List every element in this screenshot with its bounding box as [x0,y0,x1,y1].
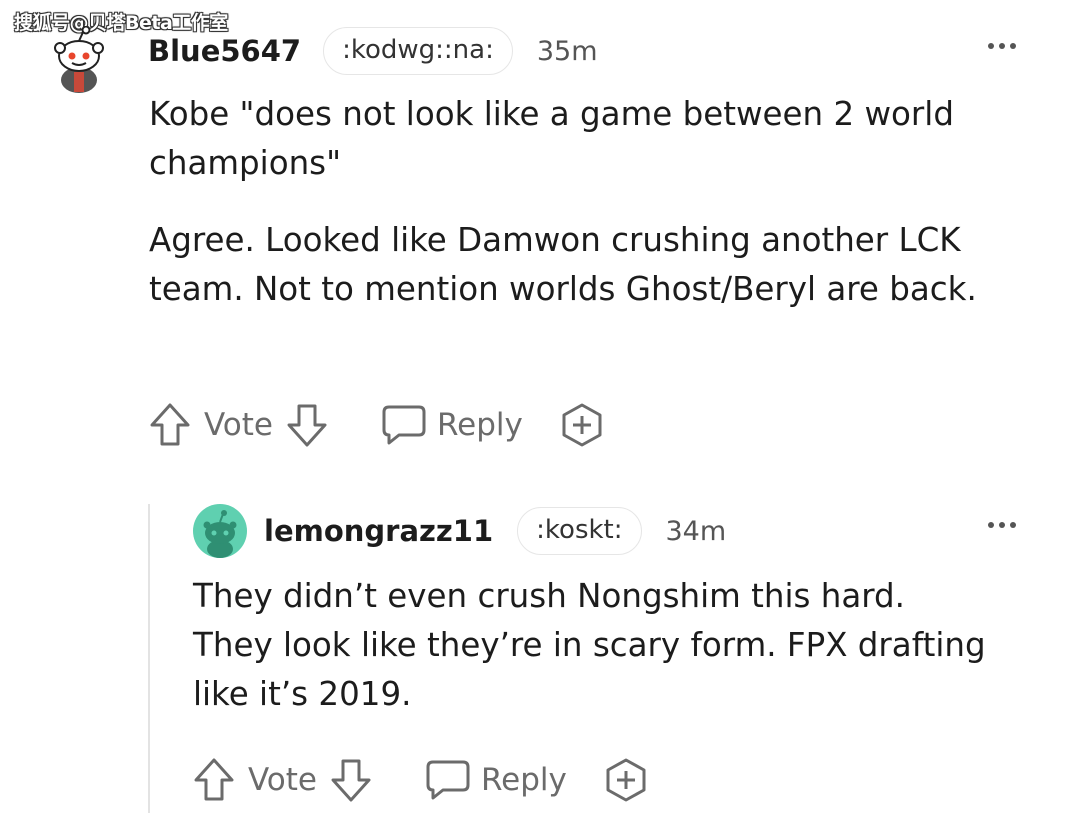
more-options-icon[interactable] [988,522,1016,528]
reply-icon [425,759,471,801]
comment-header: Blue5647 :kodwg::na: 35m [148,27,598,75]
comment-paragraph: Kobe "does not look like a game between … [149,95,954,182]
timestamp: 35m [536,35,598,67]
timestamp: 34m [665,515,727,547]
more-options-icon[interactable] [988,43,1016,49]
downvote-icon[interactable] [285,402,329,448]
comment-paragraph: Agree. Looked like Damwon crushing anoth… [149,221,977,308]
award-icon[interactable] [603,757,649,803]
comment-body: They didn’t even crush Nongshim this har… [193,572,993,719]
reply-button[interactable]: Reply [425,759,567,801]
user-flair: :koskt: [517,507,642,555]
comment-actions: Vote Reply [148,402,605,448]
username[interactable]: Blue5647 [148,34,301,68]
reply-label: Reply [437,407,523,443]
downvote-icon[interactable] [329,757,373,803]
comment-body: Kobe "does not look like a game between … [149,90,1039,314]
comment-actions: Vote Reply [192,757,649,803]
reply-button[interactable]: Reply [381,404,523,446]
vote-label: Vote [204,407,273,443]
user-avatar[interactable] [48,26,110,94]
upvote-icon[interactable] [148,402,192,448]
username[interactable]: lemongrazz11 [264,514,493,548]
reply-icon [381,404,427,446]
comment-paragraph: They didn’t even crush Nongshim this har… [193,577,986,713]
user-flair: :kodwg::na: [323,27,513,75]
vote-label: Vote [248,762,317,798]
upvote-icon[interactable] [192,757,236,803]
award-icon[interactable] [559,402,605,448]
thread-line[interactable] [148,504,150,813]
user-avatar[interactable] [192,503,248,559]
reply-label: Reply [481,762,567,798]
comment-header: lemongrazz11 :koskt: 34m [264,507,726,555]
